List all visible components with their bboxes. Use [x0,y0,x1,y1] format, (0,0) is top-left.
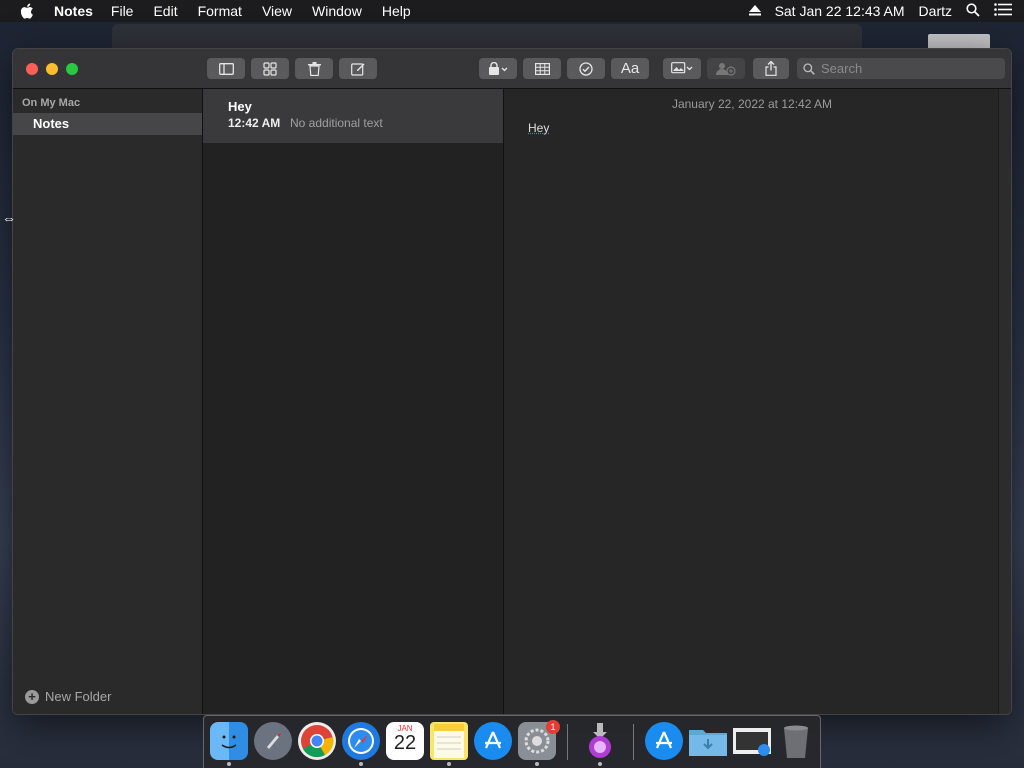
delete-note-button[interactable] [295,58,333,79]
apple-menu-icon[interactable] [20,2,38,20]
window-maximize-button[interactable] [66,63,78,75]
sidebar-folder-notes[interactable]: Notes [13,113,202,135]
menu-file[interactable]: File [111,3,134,19]
share-icon [765,61,777,76]
dock-calendar-icon[interactable]: JAN 22 [386,722,424,760]
grid-icon [263,61,277,76]
new-note-button[interactable] [339,58,377,79]
add-people-icon [716,62,736,76]
window-toolbar: Aa [13,49,1011,89]
note-editor[interactable]: January 22, 2022 at 12:42 AM Hey [504,89,1011,714]
new-folder-button[interactable]: + New Folder [25,689,111,704]
compose-icon [351,62,365,76]
dock-chrome-icon[interactable] [298,722,336,760]
dock-running-indicator [535,762,539,766]
window-close-button[interactable] [26,63,38,75]
notes-window: Aa On My Mac Notes + New Folder Hey 12:4… [12,48,1012,715]
window-minimize-button[interactable] [46,63,58,75]
note-list: Hey 12:42 AM No additional text [203,89,504,714]
dock-separator [567,724,568,760]
media-button[interactable] [663,58,701,79]
plus-circle-icon: + [25,689,39,704]
notification-center-icon[interactable] [994,3,1012,19]
editor-scrollbar[interactable] [998,89,1011,714]
dock: JAN 22 1 [203,715,821,768]
dock-running-indicator [598,762,602,766]
menu-format[interactable]: Format [198,3,242,19]
settings-update-badge: 1 [546,720,560,734]
menu-view[interactable]: View [262,3,292,19]
dock-downloads-folder-icon[interactable] [689,722,727,760]
new-folder-label: New Folder [45,689,112,704]
menu-app-name[interactable]: Notes [54,3,93,19]
dock-safari-icon[interactable] [342,722,380,760]
resize-cursor-icon: ⇔ [2,210,16,226]
lock-note-button[interactable] [479,58,517,79]
calendar-day: 22 [393,732,417,754]
dock-applications-folder-icon[interactable] [645,722,683,760]
spotlight-search-icon[interactable] [966,2,980,20]
search-field[interactable] [797,58,1005,79]
menu-user[interactable]: Dartz [919,3,952,19]
trash-icon [307,61,321,76]
share-button[interactable] [753,58,789,79]
format-text-button[interactable]: Aa [611,58,649,79]
dock-screenshot-stack-icon[interactable] [733,722,771,760]
lock-icon [489,62,508,75]
toggle-sidebar-button[interactable] [207,58,245,79]
dock-system-preferences-icon[interactable]: 1 [518,720,560,760]
note-body-text[interactable]: Hey [528,121,549,135]
menu-window[interactable]: Window [312,3,362,19]
checkmark-circle-icon [579,61,593,76]
checklist-button[interactable] [567,58,605,79]
note-title: Hey [228,99,252,114]
menu-clock[interactable]: Sat Jan 22 12:43 AM [775,3,905,19]
sidebar-section-title: On My Mac [22,97,81,109]
sidebar-icon [218,62,234,75]
dock-running-indicator [227,762,231,766]
menu-bar: Notes File Edit Format View Window Help … [0,0,1024,22]
gallery-view-button[interactable] [251,58,289,79]
dock-launchpad-icon[interactable] [254,722,292,760]
photo-icon [671,62,693,74]
folders-sidebar: On My Mac Notes + New Folder [13,89,203,714]
table-icon [534,62,550,75]
dock-trash-icon[interactable] [777,722,815,760]
menu-edit[interactable]: Edit [153,3,177,19]
note-preview: No additional text [290,116,383,130]
note-time: 12:42 AM [228,116,281,130]
dock-notes-icon[interactable] [430,722,468,760]
dock-installer-icon[interactable] [581,722,619,760]
dock-finder-icon[interactable] [210,722,248,760]
search-icon [803,62,815,75]
dock-separator [633,724,634,760]
menu-help[interactable]: Help [382,3,411,19]
dock-app-store-icon[interactable] [474,722,512,760]
collaborate-button[interactable] [707,58,745,79]
search-input[interactable] [819,60,993,77]
list-item[interactable]: Hey 12:42 AM No additional text [203,89,503,143]
dock-running-indicator [359,762,363,766]
note-date: January 22, 2022 at 12:42 AM [671,97,833,111]
dock-running-indicator [447,762,451,766]
menu-status-area: Sat Jan 22 12:43 AM Dartz [735,0,1012,22]
insert-table-button[interactable] [523,58,561,79]
format-label: Aa [620,60,640,77]
eject-icon[interactable] [748,3,761,19]
